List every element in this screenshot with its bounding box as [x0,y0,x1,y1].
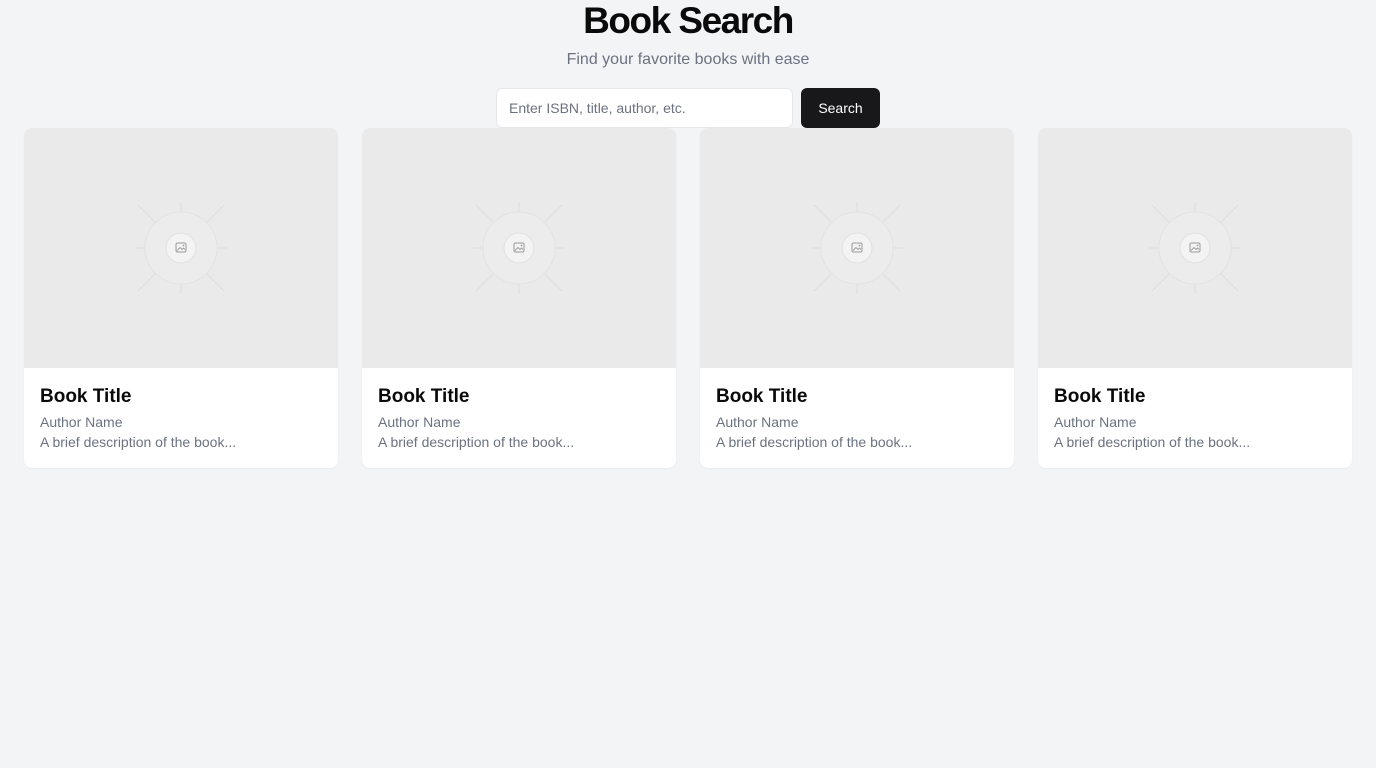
book-description: A brief description of the book... [1054,434,1251,450]
book-author: Author Name [378,414,461,430]
image-placeholder-icon [1149,202,1241,294]
search-bar: Search [496,88,880,128]
image-placeholder-icon [811,202,903,294]
book-title: Book Title [378,386,470,407]
page-subtitle: Find your favorite books with ease [566,51,810,68]
book-description: A brief description of the book... [716,434,913,450]
book-search-page: Book Search Find your favorite books wit… [0,0,1376,768]
book-title: Book Title [1054,386,1146,407]
book-card[interactable]: Book Title Author Name A brief descripti… [362,128,676,468]
book-author: Author Name [1054,414,1137,430]
book-card[interactable]: Book Title Author Name A brief descripti… [1038,128,1352,468]
book-card-body: Book Title Author Name A brief descripti… [362,368,676,451]
book-cover [700,128,1014,368]
book-cover [24,128,338,368]
image-placeholder-icon [135,202,227,294]
book-cover [362,128,676,368]
book-description: A brief description of the book... [40,434,237,450]
search-input[interactable] [496,88,793,128]
book-card-body: Book Title Author Name A brief descripti… [24,368,338,451]
book-card-body: Book Title Author Name A brief descripti… [700,368,1014,451]
book-author: Author Name [40,414,123,430]
page-title: Book Search [583,0,794,41]
book-cover [1038,128,1352,368]
image-placeholder-icon [473,202,565,294]
book-title: Book Title [40,386,132,407]
book-card-body: Book Title Author Name A brief descripti… [1038,368,1352,451]
book-title: Book Title [716,386,808,407]
book-author: Author Name [716,414,799,430]
book-card[interactable]: Book Title Author Name A brief descripti… [24,128,338,468]
book-grid: Book Title Author Name A brief descripti… [24,128,1352,468]
book-description: A brief description of the book... [378,434,575,450]
search-button[interactable]: Search [801,88,880,128]
book-card[interactable]: Book Title Author Name A brief descripti… [700,128,1014,468]
